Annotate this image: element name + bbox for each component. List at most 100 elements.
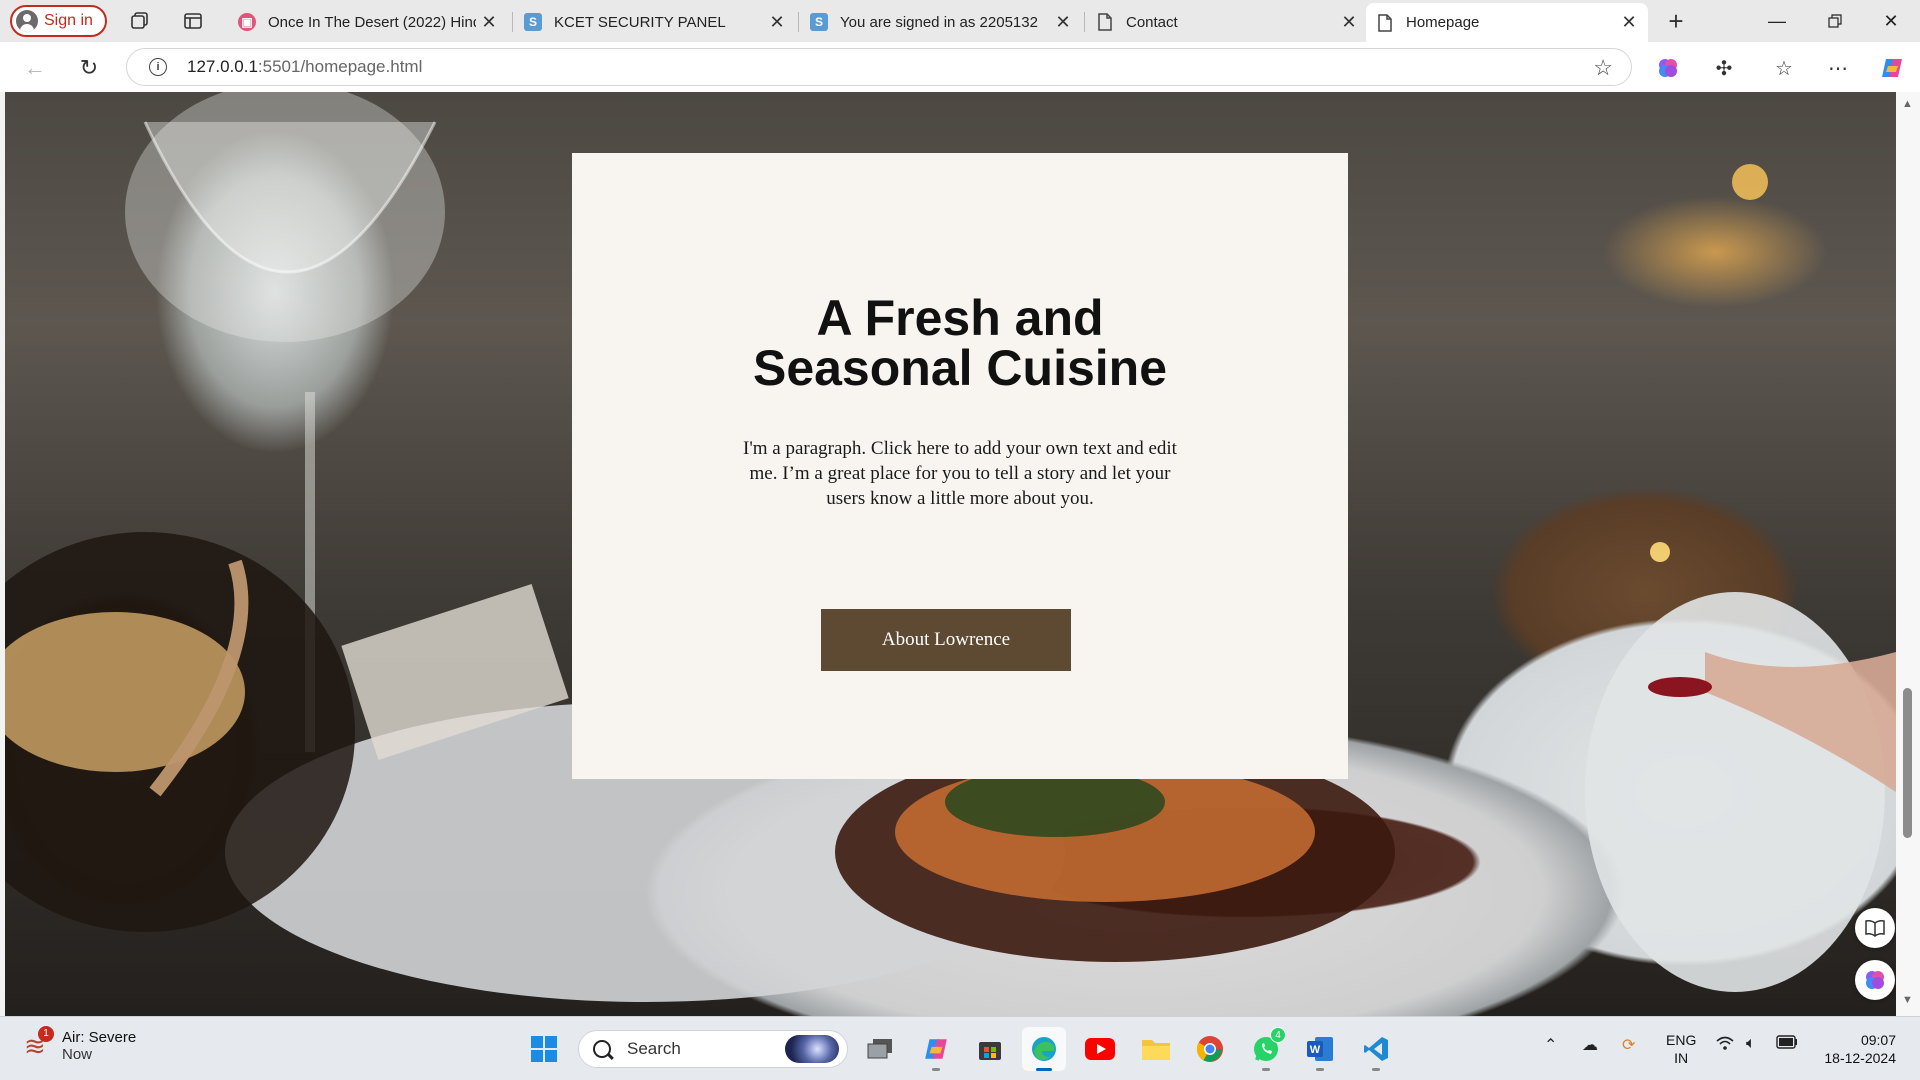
reload-icon[interactable]: ↻ [74,53,104,83]
page-viewport: A Fresh and Seasonal Cuisine I'm a parag… [5,92,1896,1016]
tab-once-in-the-desert[interactable]: ▣ Once In The Desert (2022) Hindi ✕ [228,4,508,40]
start-button[interactable] [522,1027,566,1071]
hero-title-line-2: Seasonal Cuisine [752,340,1168,396]
scrollbar-thumb[interactable] [1903,688,1912,838]
url-path: :5501/homepage.html [257,57,423,76]
extensions-icon[interactable]: ✣ [1708,52,1740,84]
reading-view-icon[interactable] [1855,908,1895,948]
taskbar-search[interactable]: Search [578,1030,848,1068]
tab-separator [1084,12,1085,32]
url-text: 127.0.0.1:5501/homepage.html [187,57,422,77]
search-highlight-icon [785,1035,839,1063]
site-info-icon[interactable]: i [149,58,167,76]
back-icon[interactable]: ← [20,53,50,83]
tab-contact[interactable]: Contact ✕ [1086,4,1368,40]
tab-title: You are signed in as 2205132 [840,13,1038,31]
more-menu-icon[interactable]: ⋯ [1822,52,1854,84]
address-bar[interactable]: i 127.0.0.1:5501/homepage.html ☆ [126,48,1632,86]
search-placeholder: Search [627,1039,681,1058]
whatsapp-badge: 4 [1270,1027,1286,1043]
minimize-icon[interactable]: ― [1748,0,1806,42]
air-quality-icon: ≋ 1 [24,1026,54,1060]
tab-title: Homepage [1406,14,1480,31]
region-code: IN [1674,1050,1689,1066]
close-tab-icon[interactable]: ✕ [1616,12,1642,33]
language-indicator[interactable]: ENG IN [1666,1031,1696,1067]
file-explorer-icon[interactable] [1134,1027,1178,1071]
weather-badge: 1 [38,1026,54,1042]
tab-title: Contact [1126,13,1178,31]
about-button[interactable]: About Lowrence [821,609,1071,671]
clock-date: 18-12-2024 [1824,1050,1896,1066]
tab-signed-in[interactable]: S You are signed in as 2205132 ✕ [800,4,1082,40]
tab-separator [798,12,799,32]
restore-icon[interactable] [1806,0,1864,42]
page-scrollbar[interactable]: ▲ ▼ [1896,92,1920,1016]
page-icon [1376,13,1394,32]
weather-subtitle: Now [62,1046,93,1063]
tab-kcet-security-panel[interactable]: S KCET SECURITY PANEL ✕ [514,4,796,40]
running-indicator [1036,1068,1052,1071]
favorites-icon[interactable]: ☆ [1768,52,1800,84]
word-icon[interactable]: W [1298,1027,1342,1071]
chrome-icon[interactable] [1188,1027,1232,1071]
close-window-icon[interactable]: ✕ [1862,0,1920,42]
copilot-app-icon[interactable] [914,1027,958,1071]
close-tab-icon[interactable]: ✕ [1050,12,1076,33]
running-indicator [1372,1068,1380,1071]
scroll-down-icon[interactable]: ▼ [1902,994,1913,1006]
s-icon: S [524,13,542,31]
hero-paragraph: I'm a paragraph. Click here to add your … [743,438,1177,509]
tab-homepage[interactable]: Homepage ✕ [1366,3,1648,42]
sign-in-button[interactable]: Sign in [10,5,107,37]
weather-title: Air: Severe [62,1029,137,1046]
clock-time: 09:07 [1860,1032,1896,1048]
hero-title-line-1: A Fresh and [816,290,1104,346]
edge-browser-icon[interactable] [1022,1027,1066,1071]
favorite-star-icon[interactable]: ☆ [1593,55,1613,81]
whatsapp-icon[interactable]: 4 [1244,1027,1288,1071]
new-tab-icon[interactable]: + [1664,6,1688,36]
system-clock[interactable]: 09:07 18-12-2024 [1816,1031,1896,1067]
s-icon: S [810,13,828,31]
hero-card: A Fresh and Seasonal Cuisine I'm a parag… [572,153,1348,779]
vscode-icon[interactable] [1354,1027,1398,1071]
onedrive-icon[interactable]: ☁ [1582,1035,1598,1055]
tab-title: KCET SECURITY PANEL [554,13,726,31]
copilot-icon[interactable] [1876,52,1908,84]
running-indicator [932,1068,940,1071]
task-view-icon[interactable] [858,1027,902,1071]
tab-title: Once In The Desert (2022) Hindi [268,13,476,31]
tab-separator [512,12,513,32]
sync-icon[interactable]: ⟳ [1622,1035,1635,1055]
film-icon: ▣ [238,13,256,31]
language-code: ENG [1666,1032,1697,1048]
close-tab-icon[interactable]: ✕ [1336,12,1362,33]
running-indicator [1262,1068,1270,1071]
tab-strip: Sign in ▣ Once In The Desert (2022) Hind… [0,0,1920,42]
battery-icon[interactable] [1776,1035,1798,1054]
scroll-up-icon[interactable]: ▲ [1902,98,1913,110]
close-tab-icon[interactable]: ✕ [476,12,502,33]
url-host: 127.0.0.1 [187,57,258,76]
sign-in-label: Sign in [44,12,93,29]
wifi-icon[interactable] [1716,1035,1734,1056]
avatar-icon [16,10,38,32]
hero-title: A Fresh and Seasonal Cuisine [572,293,1348,393]
workspaces-icon[interactable] [128,9,152,33]
tab-actions-icon[interactable] [181,9,205,33]
browser-toolbar: ← ↻ i 127.0.0.1:5501/homepage.html ☆ ✣ ☆… [0,42,1920,92]
taskbar: ≋ 1 Air: Severe Now Search 4 W ⌃ ☁ ⟳ ENG… [0,1016,1920,1080]
copilot-brain-icon[interactable] [1652,52,1684,84]
volume-icon[interactable]: 🔈︎ [1746,1035,1756,1053]
weather-widget[interactable]: ≋ 1 Air: Severe Now [24,1026,137,1063]
show-hidden-icons-icon[interactable]: ⌃ [1544,1035,1557,1055]
page-icon [1096,13,1114,31]
svg-text:W: W [1310,1044,1321,1056]
running-indicator [1316,1068,1324,1071]
youtube-icon[interactable] [1078,1027,1122,1071]
close-tab-icon[interactable]: ✕ [764,12,790,33]
copilot-sidebar-icon[interactable] [1855,960,1895,1000]
microsoft-store-icon[interactable] [968,1027,1012,1071]
search-icon [593,1040,611,1058]
